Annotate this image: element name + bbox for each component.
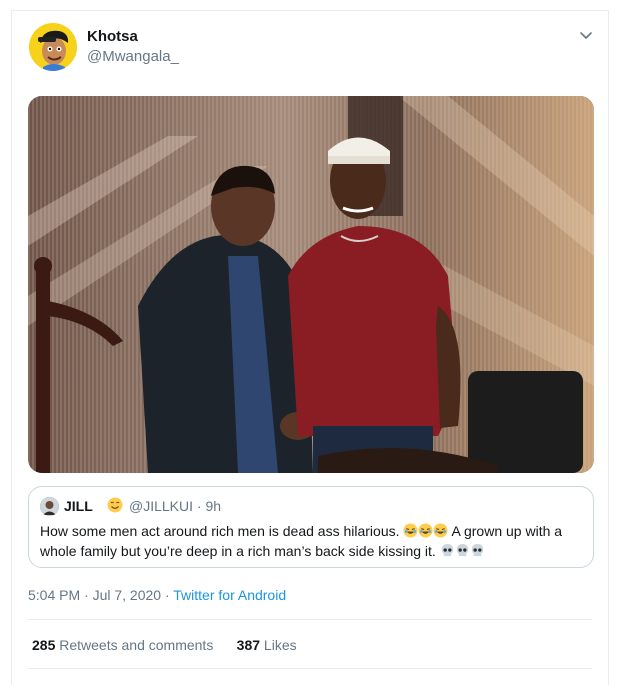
quoted-author-name: JILL — [64, 498, 93, 514]
quoted-author-handle: @JILLKUI — [129, 498, 194, 514]
divider — [28, 668, 592, 669]
tweet-photo[interactable] — [28, 96, 594, 473]
quoted-age: 9h — [205, 498, 222, 514]
laughing-emoji-icon — [403, 523, 451, 539]
chevron-down-icon[interactable] — [578, 27, 594, 43]
quoted-text-part1: How some men act around rich men is dead… — [40, 523, 400, 539]
quoted-separator: · — [193, 498, 206, 514]
tweet-stats: 285 Retweets and comments 387 Likes — [32, 637, 297, 653]
likes-stat[interactable]: 387 Likes — [237, 637, 297, 653]
skull-emoji-icon — [440, 543, 485, 559]
quoted-tweet-text: How some men act around rich men is dead… — [40, 521, 585, 561]
retweets-label: Retweets and comments — [59, 637, 214, 653]
tweet-client-link[interactable]: Twitter for Android — [173, 587, 286, 603]
author-handle[interactable]: @Mwangala_ — [87, 48, 179, 65]
retweets-stat[interactable]: 285 Retweets and comments — [32, 637, 213, 653]
author-avatar[interactable] — [29, 23, 77, 71]
likes-count: 387 — [236, 637, 261, 653]
retweets-count: 285 — [32, 637, 56, 653]
quoted-tweet[interactable]: JILL @JILLKUI · 9h How some men act arou… — [28, 486, 594, 568]
meta-separator: · — [161, 587, 174, 603]
quoted-author-avatar — [40, 497, 59, 516]
smiling-face-icon — [107, 497, 123, 513]
author-name[interactable]: Khotsa — [87, 28, 138, 45]
divider — [28, 619, 592, 620]
tweet-card: Khotsa @Mwangala_ JILL @JILLKUI · 9h How… — [11, 10, 609, 685]
tweet-meta: 5:04 PM · Jul 7, 2020 · Twitter for Andr… — [28, 587, 286, 603]
quoted-handle-age: @JILLKUI · 9h — [129, 498, 221, 514]
likes-label: Likes — [263, 637, 297, 653]
tweet-timestamp[interactable]: 5:04 PM · Jul 7, 2020 — [28, 587, 161, 603]
